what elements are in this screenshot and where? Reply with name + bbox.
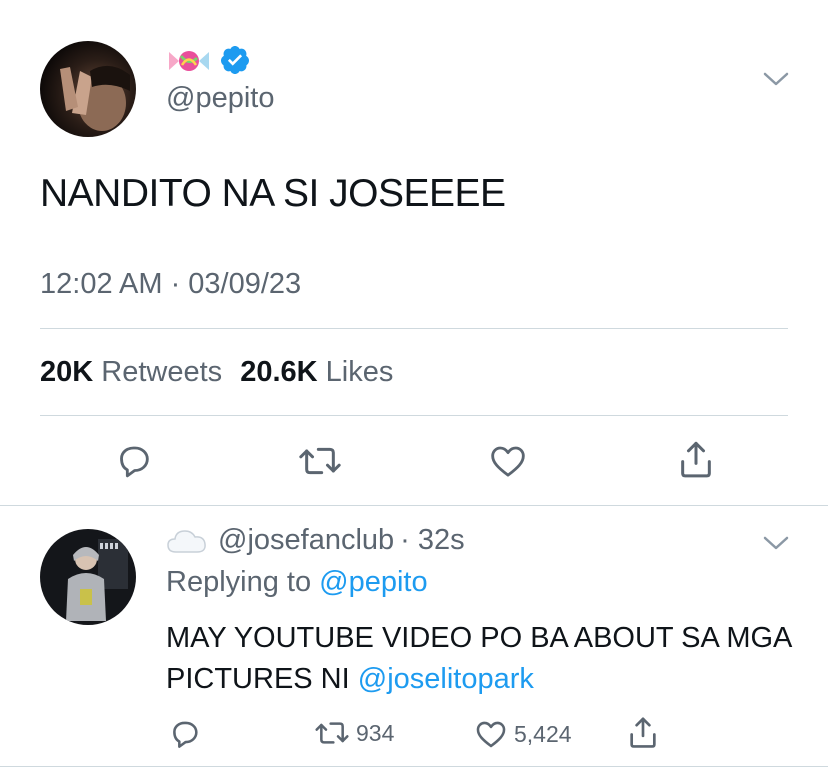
divider: [0, 505, 828, 506]
divider: [0, 766, 828, 767]
reply-text: MAY YOUTUBE VIDEO PO BA ABOUT SA MGA PIC…: [166, 618, 806, 700]
reply-like-count: 5,424: [514, 720, 572, 747]
reply-author-handle[interactable]: @josefanclub: [218, 524, 394, 557]
likes-label[interactable]: Likes: [326, 356, 394, 388]
retweet-button[interactable]: [298, 441, 342, 481]
candy-icon: [167, 46, 211, 76]
retweets-count[interactable]: 20K: [40, 356, 93, 388]
share-button[interactable]: [676, 438, 716, 482]
reply-button[interactable]: [114, 441, 154, 481]
reply-author-avatar[interactable]: [40, 529, 136, 625]
retweet-icon: [315, 722, 349, 744]
verified-badge-icon: [219, 44, 251, 76]
author-avatar[interactable]: [40, 41, 136, 137]
replying-to-link[interactable]: @pepito: [319, 566, 427, 598]
retweets-label[interactable]: Retweets: [101, 356, 222, 388]
reply-retweet-button[interactable]: 934: [314, 717, 394, 749]
tweet-stats: 20K Retweets 20.6K Likes: [40, 356, 403, 389]
likes-count[interactable]: 20.6K: [240, 356, 317, 388]
reply-like-button[interactable]: 5,424: [474, 717, 572, 751]
reply-share-button[interactable]: [626, 714, 660, 752]
heart-icon: [491, 446, 525, 477]
tweet-timestamp[interactable]: 12:02 AM · 03/09/23: [40, 268, 301, 301]
share-icon: [630, 717, 656, 748]
reply-icon: [120, 446, 149, 478]
heart-icon: [476, 721, 506, 748]
author-handle[interactable]: @pepito: [166, 82, 274, 115]
reply-time[interactable]: · 32s: [400, 524, 464, 557]
reply-retweet-count: 934: [356, 719, 395, 746]
reply-icon: [173, 721, 198, 748]
mention-link[interactable]: @joselitopark: [358, 663, 534, 695]
reply-header: @josefanclub · 32s: [166, 524, 465, 557]
divider: [40, 415, 788, 416]
chevron-down-icon[interactable]: [763, 535, 789, 551]
share-icon: [681, 441, 711, 478]
reply-reply-button[interactable]: [168, 717, 202, 751]
cloud-icon: [167, 529, 206, 553]
like-button[interactable]: [488, 441, 528, 481]
chevron-down-icon[interactable]: [763, 71, 789, 87]
retweet-icon: [299, 447, 341, 475]
tweet-text: NANDITO NA SI JOSEEEE: [40, 172, 506, 215]
divider: [40, 328, 788, 329]
replying-prefix: Replying to: [166, 566, 312, 598]
replying-to: Replying to @pepito: [166, 566, 428, 599]
